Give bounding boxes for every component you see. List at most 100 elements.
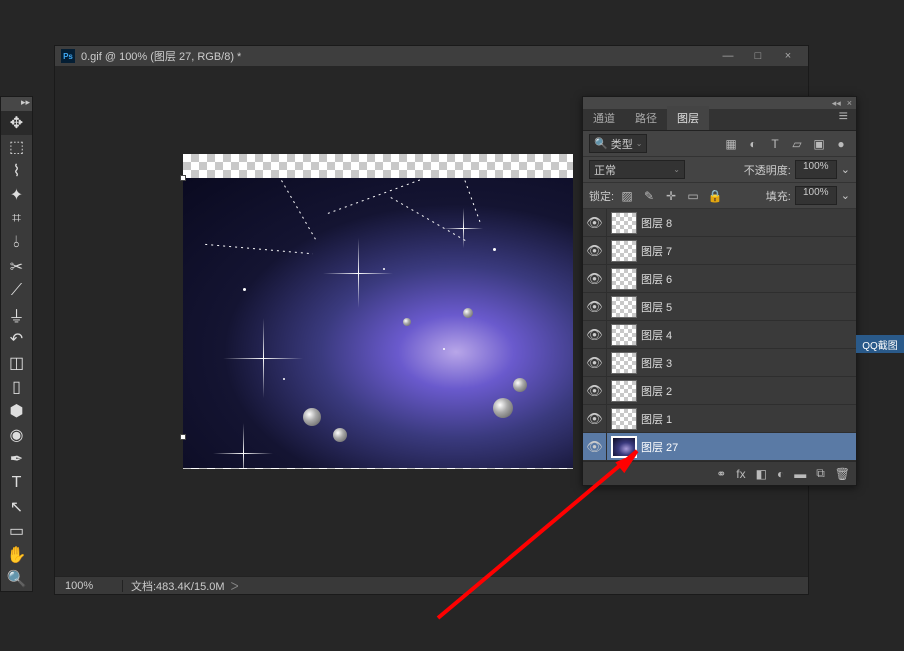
stamp-tool[interactable]: ⏚ — [1, 303, 32, 327]
visibility-icon[interactable]: 👁 — [583, 265, 607, 292]
lock-label: 锁定: — [589, 188, 614, 204]
type-tool[interactable]: T — [1, 471, 32, 495]
lock-all-icon[interactable]: 🔒 — [706, 187, 724, 205]
zoom-tool[interactable]: 🔍 — [1, 567, 32, 591]
lock-transparency-icon[interactable]: ▨ — [618, 187, 636, 205]
mask-icon[interactable]: ◧ — [756, 467, 767, 481]
layer-name[interactable]: 图层 4 — [641, 327, 672, 343]
lock-paint-icon[interactable]: ✎ — [640, 187, 658, 205]
filter-adjust-icon[interactable]: ◐ — [744, 135, 762, 153]
panel-menu-icon[interactable]: ≡ — [831, 104, 856, 130]
brush-tool[interactable]: ⟋ — [1, 279, 32, 303]
patch-tool[interactable]: ✂ — [1, 255, 32, 279]
fill-input[interactable]: 100% — [795, 186, 837, 205]
minimize-button[interactable]: — — [714, 48, 742, 64]
ps-icon: Ps — [61, 49, 75, 63]
title-bar[interactable]: Ps 0.gif @ 100% (图层 27, RGB/8) * — □ × — [55, 46, 808, 66]
filter-type-icon[interactable]: T — [766, 135, 784, 153]
layer-name[interactable]: 图层 3 — [641, 355, 672, 371]
filter-shape-icon[interactable]: ▱ — [788, 135, 806, 153]
tools-panel: ▸▸ ✥ ⬚ ⌇ ✦ ⌗ ⫰ ✂ ⟋ ⏚ ↶ ◫ ▯ ⬢ ◉ ✒ T ↖ ▭ ✋… — [0, 96, 33, 592]
filter-kind-label: 类型 — [611, 136, 633, 152]
visibility-icon[interactable]: 👁 — [583, 377, 607, 404]
visibility-icon[interactable]: 👁 — [583, 405, 607, 432]
layer-name[interactable]: 图层 1 — [641, 411, 672, 427]
layer-row[interactable]: 👁 图层 5 — [583, 293, 856, 321]
shape-tool[interactable]: ▭ — [1, 519, 32, 543]
layer-thumbnail[interactable] — [611, 324, 637, 346]
maximize-button[interactable]: □ — [744, 48, 772, 64]
layer-row[interactable]: 👁 图层 7 — [583, 237, 856, 265]
layer-row[interactable]: 👁 图层 4 — [583, 321, 856, 349]
link-layers-icon[interactable]: ⚭ — [716, 467, 726, 481]
layer-row[interactable]: 👁 图层 6 — [583, 265, 856, 293]
move-tool[interactable]: ✥ — [1, 111, 32, 135]
adjustment-icon[interactable]: ◐ — [777, 467, 784, 481]
visibility-icon[interactable]: 👁 — [583, 321, 607, 348]
wand-tool[interactable]: ✦ — [1, 183, 32, 207]
layer-thumbnail[interactable] — [611, 212, 637, 234]
visibility-icon[interactable]: 👁 — [583, 433, 607, 460]
layer-thumbnail[interactable] — [611, 380, 637, 402]
search-icon: 🔍 — [594, 137, 608, 150]
lock-position-icon[interactable]: ✛ — [662, 187, 680, 205]
fill-label: 填充: — [766, 188, 791, 204]
crop-tool[interactable]: ⌗ — [1, 207, 32, 231]
visibility-icon[interactable]: 👁 — [583, 209, 607, 236]
layer-thumbnail[interactable] — [611, 352, 637, 374]
tab-layers[interactable]: 图层 — [667, 106, 709, 130]
layer-row[interactable]: 👁 图层 2 — [583, 377, 856, 405]
blend-mode-dropdown[interactable]: 正常 ⌄ — [589, 160, 685, 179]
blend-row: 正常 ⌄ 不透明度: 100% ⌄ — [583, 157, 856, 183]
tab-paths[interactable]: 路径 — [625, 106, 667, 130]
layer-thumbnail[interactable] — [611, 240, 637, 262]
gradient-tool[interactable]: ▯ — [1, 375, 32, 399]
visibility-icon[interactable]: 👁 — [583, 349, 607, 376]
tab-channels[interactable]: 通道 — [583, 106, 625, 130]
eraser-tool[interactable]: ◫ — [1, 351, 32, 375]
layer-filter-row: 🔍 类型 ⌄ ▦ ◐ T ▱ ▣ ● — [583, 131, 856, 157]
layer-row[interactable]: 👁 图层 3 — [583, 349, 856, 377]
dodge-tool[interactable]: ◉ — [1, 423, 32, 447]
lasso-tool[interactable]: ⌇ — [1, 159, 32, 183]
transform-handle[interactable] — [180, 175, 186, 181]
marquee-tool[interactable]: ⬚ — [1, 135, 32, 159]
zoom-level[interactable]: 100% — [55, 580, 123, 592]
filter-pixel-icon[interactable]: ▦ — [722, 135, 740, 153]
filter-smart-icon[interactable]: ▣ — [810, 135, 828, 153]
layer-row[interactable]: 👁 图层 1 — [583, 405, 856, 433]
image-content — [183, 178, 573, 468]
layer-name[interactable]: 图层 27 — [641, 439, 678, 455]
blur-tool[interactable]: ⬢ — [1, 399, 32, 423]
layer-name[interactable]: 图层 5 — [641, 299, 672, 315]
layer-name[interactable]: 图层 8 — [641, 215, 672, 231]
fx-icon[interactable]: fx — [736, 467, 745, 481]
eyedropper-tool[interactable]: ⫰ — [1, 231, 32, 255]
opacity-label: 不透明度: — [744, 162, 791, 178]
transform-handle[interactable] — [180, 434, 186, 440]
filter-kind-dropdown[interactable]: 🔍 类型 ⌄ — [589, 134, 647, 153]
new-layer-icon[interactable]: ⧉ — [816, 466, 825, 481]
history-brush-tool[interactable]: ↶ — [1, 327, 32, 351]
layer-row[interactable]: 👁 图层 8 — [583, 209, 856, 237]
lock-artboard-icon[interactable]: ▭ — [684, 187, 702, 205]
layer-list[interactable]: 👁 图层 8 👁 图层 7 👁 图层 6 👁 图层 5 👁 图层 4 👁 图层 3 👁 图层 2 👁 图层 1… — [583, 209, 856, 461]
close-button[interactable]: × — [774, 48, 802, 64]
layer-thumbnail[interactable] — [611, 268, 637, 290]
opacity-input[interactable]: 100% — [795, 160, 837, 179]
path-select-tool[interactable]: ↖ — [1, 495, 32, 519]
visibility-icon[interactable]: 👁 — [583, 293, 607, 320]
layer-name[interactable]: 图层 7 — [641, 243, 672, 259]
pen-tool[interactable]: ✒ — [1, 447, 32, 471]
tools-collapse[interactable]: ▸▸ — [1, 97, 32, 111]
layer-thumbnail[interactable] — [611, 296, 637, 318]
filter-toggle-icon[interactable]: ● — [832, 135, 850, 153]
layer-thumbnail[interactable] — [611, 408, 637, 430]
layer-name[interactable]: 图层 6 — [641, 271, 672, 287]
hand-tool[interactable]: ✋ — [1, 543, 32, 567]
delete-layer-icon[interactable]: 🗑 — [835, 467, 850, 481]
group-icon[interactable]: ▬ — [794, 467, 806, 481]
visibility-icon[interactable]: 👁 — [583, 237, 607, 264]
layer-name[interactable]: 图层 2 — [641, 383, 672, 399]
canvas[interactable] — [183, 154, 573, 469]
